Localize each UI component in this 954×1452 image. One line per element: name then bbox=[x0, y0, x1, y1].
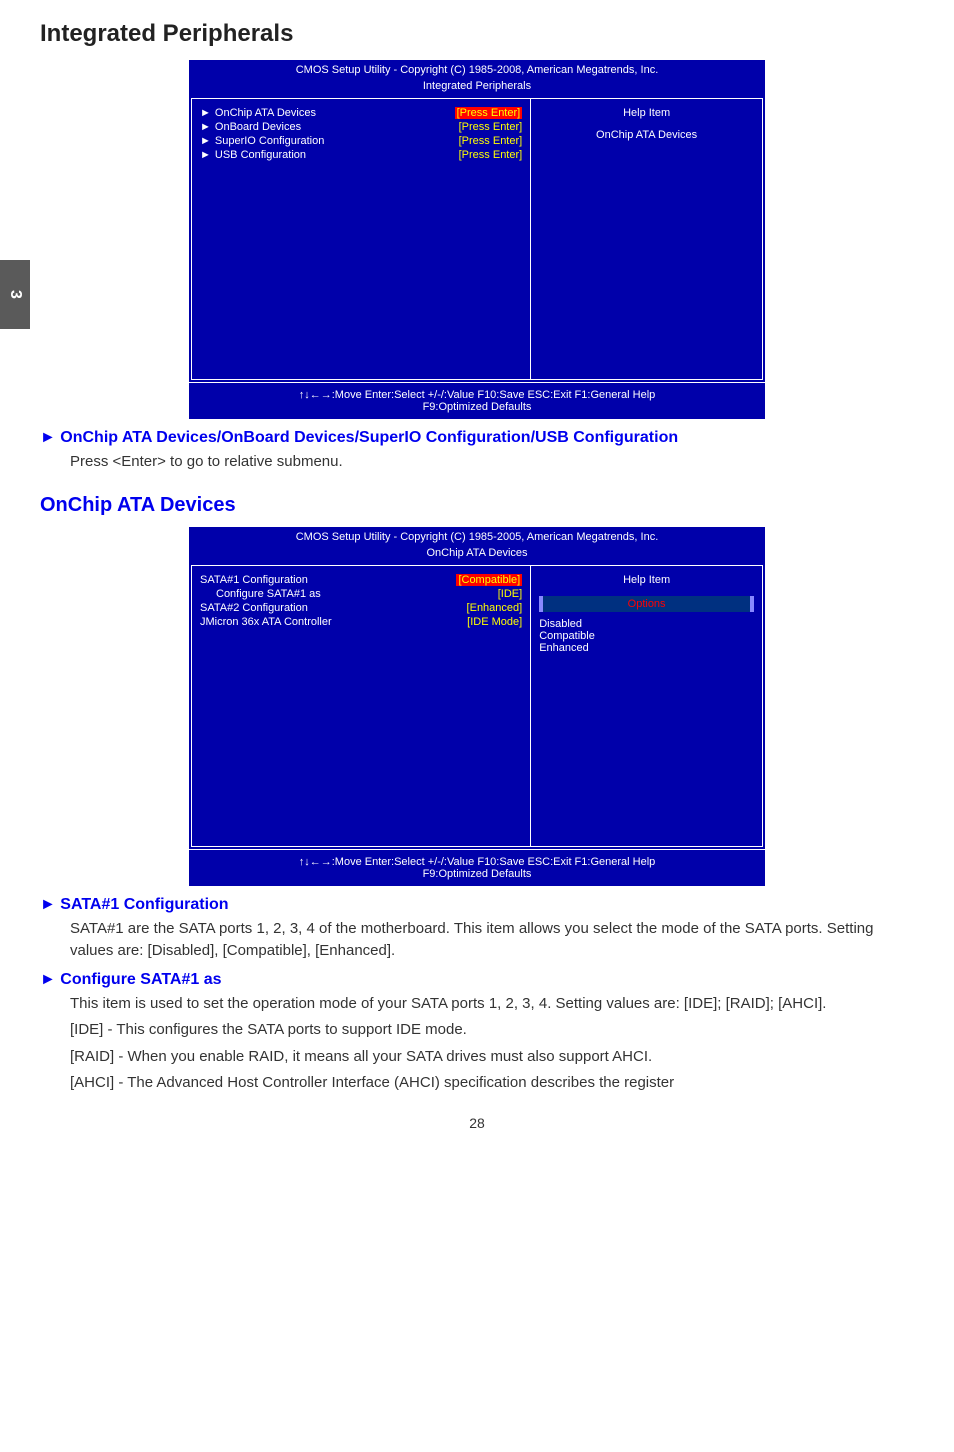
menu-label: SATA#1 Configuration bbox=[200, 574, 308, 586]
menu-value: [Press Enter] bbox=[439, 135, 523, 147]
bios-subtitle: Integrated Peripherals bbox=[189, 80, 765, 96]
menu-label: SuperIO Configuration bbox=[215, 135, 324, 147]
section-body: Press <Enter> to go to relative submenu. bbox=[70, 451, 914, 474]
menu-value: [IDE] bbox=[478, 588, 522, 600]
bios-shortcut-line2: F9:Optimized Defaults bbox=[195, 401, 759, 413]
bios-help-panel: Help Item Options Disabled Compatible En… bbox=[531, 566, 762, 846]
bios-title: CMOS Setup Utility - Copyright (C) 1985-… bbox=[189, 60, 765, 80]
bios-menu-item: ► SuperIO Configuration [Press Enter] bbox=[200, 135, 522, 147]
bios-menu-list: ► OnChip ATA Devices [Press Enter] ► OnBoar… bbox=[192, 99, 531, 379]
menu-label: USB Configuration bbox=[215, 149, 306, 161]
section-body: [IDE] - This configures the SATA ports t… bbox=[70, 1019, 914, 1042]
menu-label: OnBoard Devices bbox=[215, 121, 301, 133]
bios-menu-list: SATA#1 Configuration [Compatible] Configu… bbox=[192, 566, 531, 846]
bios-menu-item: ► USB Configuration [Press Enter] bbox=[200, 149, 522, 161]
menu-value: [Press Enter] bbox=[439, 149, 523, 161]
chapter-tab: 3 bbox=[0, 260, 30, 329]
menu-label: JMicron 36x ATA Controller bbox=[200, 616, 332, 628]
menu-value-highlighted: [Press Enter] bbox=[455, 107, 523, 119]
menu-label: SATA#2 Configuration bbox=[200, 602, 308, 614]
menu-value: [Press Enter] bbox=[439, 121, 523, 133]
bios-menu-item: SATA#2 Configuration [Enhanced] bbox=[200, 602, 522, 614]
section-heading: ► SATA#1 Configuration bbox=[40, 896, 914, 914]
help-text: OnChip ATA Devices bbox=[539, 129, 754, 141]
menu-value: [Enhanced] bbox=[447, 602, 523, 614]
section-body: This item is used to set the operation m… bbox=[70, 993, 914, 1016]
bios-footer: ↑↓←→:Move Enter:Select +/-/:Value F10:Sa… bbox=[189, 849, 765, 886]
bios-menu-item: SATA#1 Configuration [Compatible] bbox=[200, 574, 522, 586]
bios-screenshot-integrated-peripherals: CMOS Setup Utility - Copyright (C) 1985-… bbox=[187, 58, 767, 421]
bios-shortcut-line1: ↑↓←→:Move Enter:Select +/-/:Value F10:Sa… bbox=[195, 856, 759, 868]
menu-value-highlighted: [Compatible] bbox=[456, 574, 522, 586]
section-body: SATA#1 are the SATA ports 1, 2, 3, 4 of … bbox=[70, 918, 914, 963]
page-number: 28 bbox=[40, 1115, 914, 1131]
option-item: Enhanced bbox=[539, 642, 754, 654]
section-body: [RAID] - When you enable RAID, it means … bbox=[70, 1046, 914, 1069]
page-title: Integrated Peripherals bbox=[40, 20, 914, 48]
bios-help-panel: Help Item OnChip ATA Devices bbox=[531, 99, 762, 379]
bios-screenshot-onchip-ata: CMOS Setup Utility - Copyright (C) 1985-… bbox=[187, 525, 767, 888]
option-item: Compatible bbox=[539, 630, 754, 642]
submenu-arrow-icon: ► bbox=[200, 149, 211, 161]
bios-shortcut-line2: F9:Optimized Defaults bbox=[195, 868, 759, 880]
bios-shortcut-line1: ↑↓←→:Move Enter:Select +/-/:Value F10:Sa… bbox=[195, 389, 759, 401]
bios-menu-item: ► OnChip ATA Devices [Press Enter] bbox=[200, 107, 522, 119]
submenu-arrow-icon: ► bbox=[200, 135, 211, 147]
bios-menu-item: JMicron 36x ATA Controller [IDE Mode] bbox=[200, 616, 522, 628]
subsection-title: OnChip ATA Devices bbox=[40, 494, 914, 517]
help-title: Help Item bbox=[539, 574, 754, 586]
bios-footer: ↑↓←→:Move Enter:Select +/-/:Value F10:Sa… bbox=[189, 382, 765, 419]
menu-label: Configure SATA#1 as bbox=[216, 588, 321, 600]
help-title: Help Item bbox=[539, 107, 754, 119]
bios-title: CMOS Setup Utility - Copyright (C) 1985-… bbox=[189, 527, 765, 547]
section-body: [AHCI] - The Advanced Host Controller In… bbox=[70, 1072, 914, 1095]
bios-menu-item: Configure SATA#1 as [IDE] bbox=[200, 588, 522, 600]
option-item: Disabled bbox=[539, 618, 754, 630]
submenu-arrow-icon: ► bbox=[200, 107, 211, 119]
options-header: Options bbox=[539, 596, 754, 612]
section-heading: ► OnChip ATA Devices/OnBoard Devices/Sup… bbox=[40, 429, 914, 447]
bios-menu-item: ► OnBoard Devices [Press Enter] bbox=[200, 121, 522, 133]
section-heading: ► Configure SATA#1 as bbox=[40, 971, 914, 989]
bios-subtitle: OnChip ATA Devices bbox=[189, 547, 765, 563]
menu-label: OnChip ATA Devices bbox=[215, 107, 316, 119]
submenu-arrow-icon: ► bbox=[200, 121, 211, 133]
menu-value: [IDE Mode] bbox=[447, 616, 522, 628]
